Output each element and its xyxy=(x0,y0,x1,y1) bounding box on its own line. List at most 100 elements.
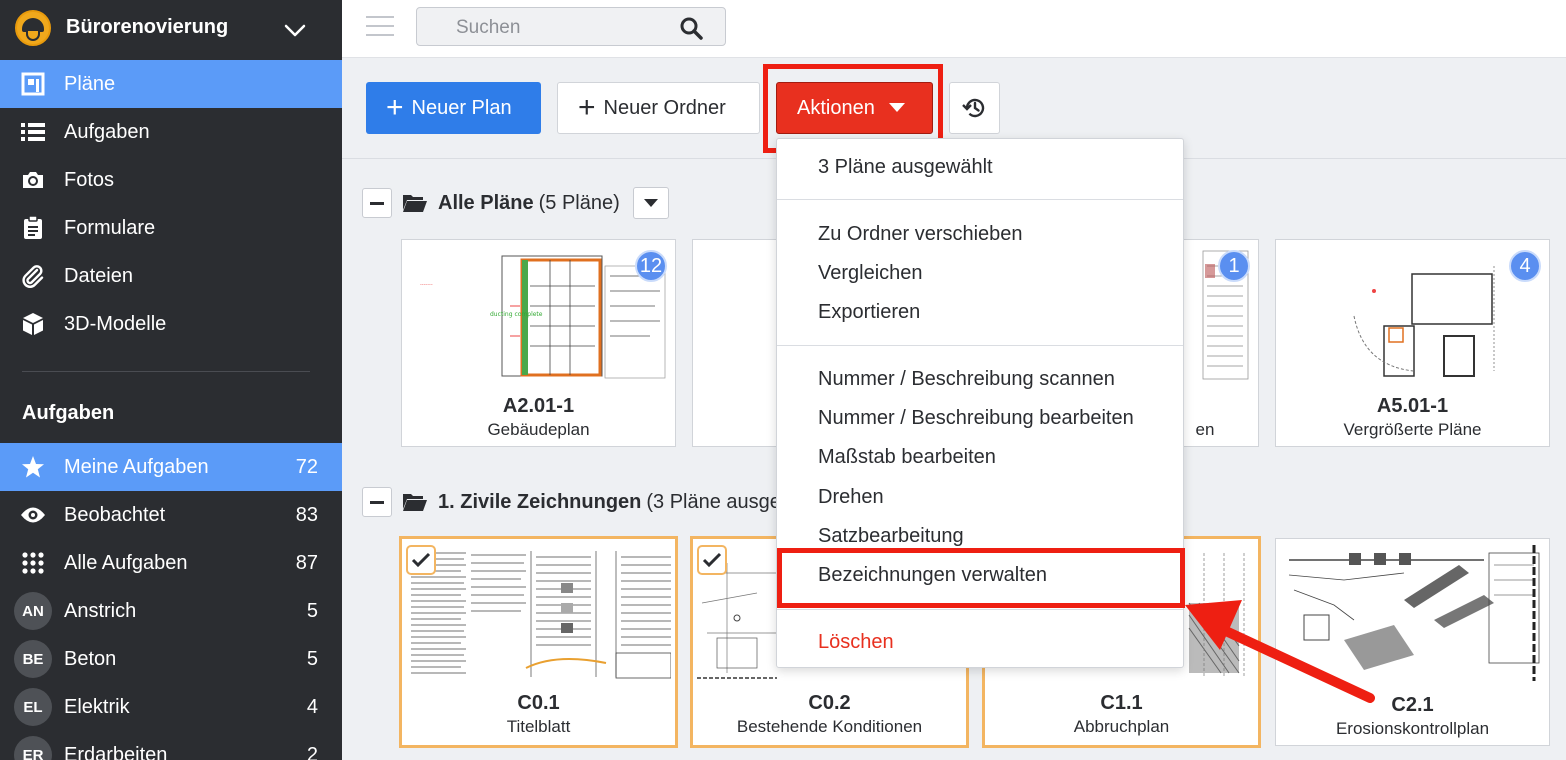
annotation-count-badge: 1 xyxy=(1218,250,1250,282)
checkmark-icon xyxy=(702,552,722,568)
sidebar-item-beton[interactable]: BE Beton 5 xyxy=(0,635,342,683)
category-badge: BE xyxy=(14,640,52,678)
nav-label: Formulare xyxy=(64,216,156,239)
caret-down-icon xyxy=(644,198,658,207)
clipboard-icon xyxy=(20,215,46,241)
plan-description: Titelblatt xyxy=(506,717,571,736)
menu-item-rotate[interactable]: Drehen xyxy=(818,486,884,509)
menu-item-scan-number[interactable]: Nummer / Beschreibung scannen xyxy=(818,368,1115,391)
collapse-button[interactable] xyxy=(362,188,392,218)
plan-description: Bestehende Konditionen xyxy=(736,717,923,736)
collapse-button[interactable] xyxy=(362,487,392,517)
menu-item-move-to-folder[interactable]: Zu Ordner verschieben xyxy=(818,223,1023,246)
history-button[interactable] xyxy=(949,82,1000,134)
nav-item-photos[interactable]: Fotos xyxy=(0,156,342,204)
search-input[interactable]: Suchen xyxy=(416,7,726,46)
sidebar-item-anstrich[interactable]: AN Anstrich 5 xyxy=(0,587,342,635)
menu-divider xyxy=(777,345,1183,346)
project-switcher[interactable]: Bürorenovierung xyxy=(0,0,342,58)
paperclip-icon xyxy=(20,263,46,289)
nav-label: Erdarbeiten xyxy=(64,743,168,760)
new-folder-button[interactable]: + Neuer Ordner xyxy=(557,82,760,134)
new-folder-label: Neuer Ordner xyxy=(603,96,726,119)
plan-description: Abbruchplan xyxy=(1073,717,1170,736)
nav-label: Pläne xyxy=(64,72,116,95)
category-badge: EL xyxy=(14,688,52,726)
menu-divider xyxy=(777,199,1183,200)
plan-description: Erosionskontrollplan xyxy=(1335,719,1490,738)
nav-item-plans[interactable]: Pläne xyxy=(0,60,342,108)
menu-item-compare[interactable]: Vergleichen xyxy=(818,262,923,285)
task-count: 4 xyxy=(306,695,318,718)
select-checkbox[interactable] xyxy=(697,545,727,575)
menu-item-edit-scale[interactable]: Maßstab bearbeiten xyxy=(818,446,996,469)
history-icon xyxy=(961,98,984,118)
folder-open-icon xyxy=(403,494,427,511)
nav-label: Dateien xyxy=(64,264,133,287)
nav-item-files[interactable]: Dateien xyxy=(0,252,342,300)
task-count: 5 xyxy=(306,647,318,670)
task-count: 5 xyxy=(306,599,318,622)
chevron-down-icon[interactable] xyxy=(283,18,307,42)
eye-icon xyxy=(20,502,46,528)
plus-icon: + xyxy=(386,91,404,124)
group-header-civil-drawings: 1. Zivile Zeichnungen (3 Pläne ausgew xyxy=(362,486,795,518)
menu-item-export[interactable]: Exportieren xyxy=(818,301,920,324)
group-options-dropdown[interactable] xyxy=(633,187,669,219)
project-logo-icon xyxy=(15,10,51,46)
menu-item-delete[interactable]: Löschen xyxy=(818,631,894,654)
task-count: 72 xyxy=(295,455,318,478)
camera-icon xyxy=(20,167,46,193)
sidebar-item-all-tasks[interactable]: Alle Aufgaben 87 xyxy=(0,539,342,587)
sidebar: Bürorenovierung Pläne Aufgaben Fotos For… xyxy=(0,0,342,760)
annotation-highlight-box xyxy=(777,548,1185,608)
nav-item-tasks[interactable]: Aufgaben xyxy=(0,108,342,156)
plan-thumbnail: ducting complete ------- xyxy=(410,246,667,382)
plan-code: C0.1 xyxy=(517,692,560,714)
nav-label: Meine Aufgaben xyxy=(64,455,209,478)
sidebar-item-my-tasks[interactable]: Meine Aufgaben 72 xyxy=(0,443,342,491)
annotation-arrow-icon xyxy=(1185,600,1375,703)
nav-label: Beobachtet xyxy=(64,503,166,526)
plan-thumbnail xyxy=(406,543,671,681)
svg-text:ducting complete: ducting complete xyxy=(490,311,543,318)
nav-label: 3D-Modelle xyxy=(64,312,167,335)
search-placeholder: Suchen xyxy=(456,17,521,38)
select-checkbox[interactable] xyxy=(406,545,436,575)
sidebar-item-erdarbeiten[interactable]: ER Erdarbeiten 2 xyxy=(0,731,342,760)
nav-label: Aufgaben xyxy=(64,120,150,143)
plan-card[interactable]: ducting complete ------- 12 A2.01-1 Gebä… xyxy=(401,239,676,447)
tasks-section-title: Aufgaben xyxy=(22,402,115,424)
plan-code: C0.2 xyxy=(808,692,851,714)
menu-item-edit-number[interactable]: Nummer / Beschreibung bearbeiten xyxy=(818,407,1134,430)
folder-open-icon xyxy=(403,195,427,212)
nav-label: Elektrik xyxy=(64,695,130,718)
plus-icon: + xyxy=(578,91,596,124)
plans-icon xyxy=(20,71,46,97)
plan-description: Gebäudeplan xyxy=(487,420,590,439)
svg-text:-------: ------- xyxy=(420,282,433,288)
plan-card[interactable]: 4 A5.01-1 Vergrößerte Pläne xyxy=(1275,239,1550,447)
sidebar-item-watched[interactable]: Beobachtet 83 xyxy=(0,491,342,539)
project-name: Bürorenovierung xyxy=(66,16,229,38)
plan-card-selected[interactable]: C0.1 Titelblatt xyxy=(399,536,678,748)
nav-label: Anstrich xyxy=(64,599,137,622)
top-bar: Suchen xyxy=(342,0,1566,58)
star-icon xyxy=(20,454,46,480)
nav-item-3d-models[interactable]: 3D-Modelle xyxy=(0,300,342,348)
menu-item-batch-edit[interactable]: Satzbearbeitung xyxy=(818,525,964,548)
task-count: 2 xyxy=(306,743,318,760)
checkmark-icon xyxy=(411,552,431,568)
search-icon[interactable] xyxy=(679,16,703,40)
category-badge: ER xyxy=(14,736,52,760)
new-plan-button[interactable]: + Neuer Plan xyxy=(366,82,541,134)
nav-item-forms[interactable]: Formulare xyxy=(0,204,342,252)
group-title: 1. Zivile Zeichnungen xyxy=(438,490,642,513)
group-count: (3 Pläne ausgew xyxy=(646,490,796,513)
sidebar-divider xyxy=(22,371,310,372)
sidebar-item-elektrik[interactable]: EL Elektrik 4 xyxy=(0,683,342,731)
hamburger-menu-icon[interactable] xyxy=(366,16,394,38)
nav-label: Beton xyxy=(64,647,117,670)
new-plan-label: Neuer Plan xyxy=(411,96,512,119)
annotation-count-badge: 12 xyxy=(635,250,667,282)
